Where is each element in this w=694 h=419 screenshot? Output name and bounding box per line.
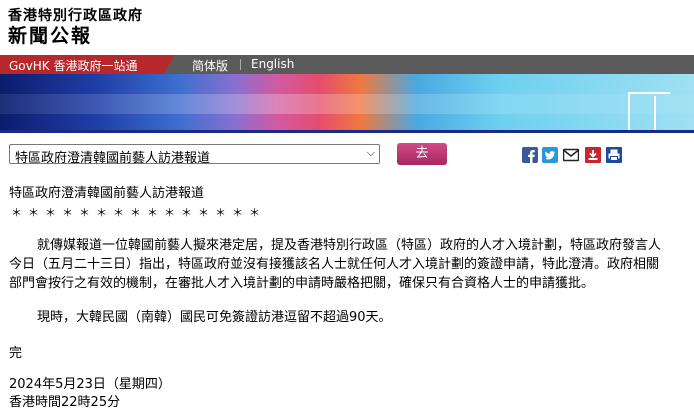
article-title: 特區政府澄清韓國前藝人訪港報道 — [9, 186, 205, 201]
publish-time: 香港時間22時25分 — [9, 395, 121, 410]
publish-date: 2024年5月23日（星期四） — [9, 377, 171, 392]
header-banner — [0, 74, 694, 130]
govhk-link[interactable]: GovHK 香港政府一站通 — [0, 55, 163, 74]
banner-frame — [628, 92, 670, 130]
article-paragraph-2: 現時，大韓民國（南韓）國民可免簽證訪港逗留不超過90天。 — [37, 310, 392, 325]
page-header: 香港特別行政區政府 新聞公報 — [0, 0, 694, 55]
top-nav-bar: GovHK 香港政府一站通 简体版 English — [0, 55, 694, 74]
banner-frame-line — [654, 96, 656, 130]
title-separator: ＊＊＊＊＊＊＊＊＊＊＊＊＊＊＊ — [11, 206, 266, 219]
site-name[interactable]: 新聞公報 — [8, 21, 92, 48]
article-select[interactable]: 特區政府澄清韓國前藝人訪港報道 ⌵ — [9, 144, 380, 166]
facebook-icon[interactable] — [522, 147, 538, 163]
go-button[interactable]: 去 — [397, 143, 447, 165]
end-mark: 完 — [9, 346, 23, 361]
nav-simplified-link[interactable]: 简体版 — [192, 57, 228, 74]
nav-separator — [240, 59, 241, 70]
banner-underline — [0, 130, 694, 133]
nav-divider-shape — [163, 55, 175, 74]
article-select-value: 特區政府澄清韓國前藝人訪港報道 — [15, 151, 211, 166]
article-paragraph-1: 就傳媒報道一位韓國前藝人擬來港定居，提及香港特別行政區（特區）政府的人才入境計劃… — [9, 238, 662, 291]
article-toolbar: 特區政府澄清韓國前藝人訪港報道 ⌵ 去 — [0, 142, 694, 168]
banner-band — [0, 94, 694, 114]
download-icon[interactable] — [585, 147, 601, 163]
nav-english-link[interactable]: English — [251, 57, 294, 71]
email-icon[interactable] — [563, 147, 579, 163]
chevron-down-icon: ⌵ — [366, 146, 375, 159]
twitter-icon[interactable] — [542, 147, 558, 163]
govhk-label: GovHK 香港政府一站通 — [9, 59, 138, 73]
print-icon[interactable] — [606, 147, 622, 163]
